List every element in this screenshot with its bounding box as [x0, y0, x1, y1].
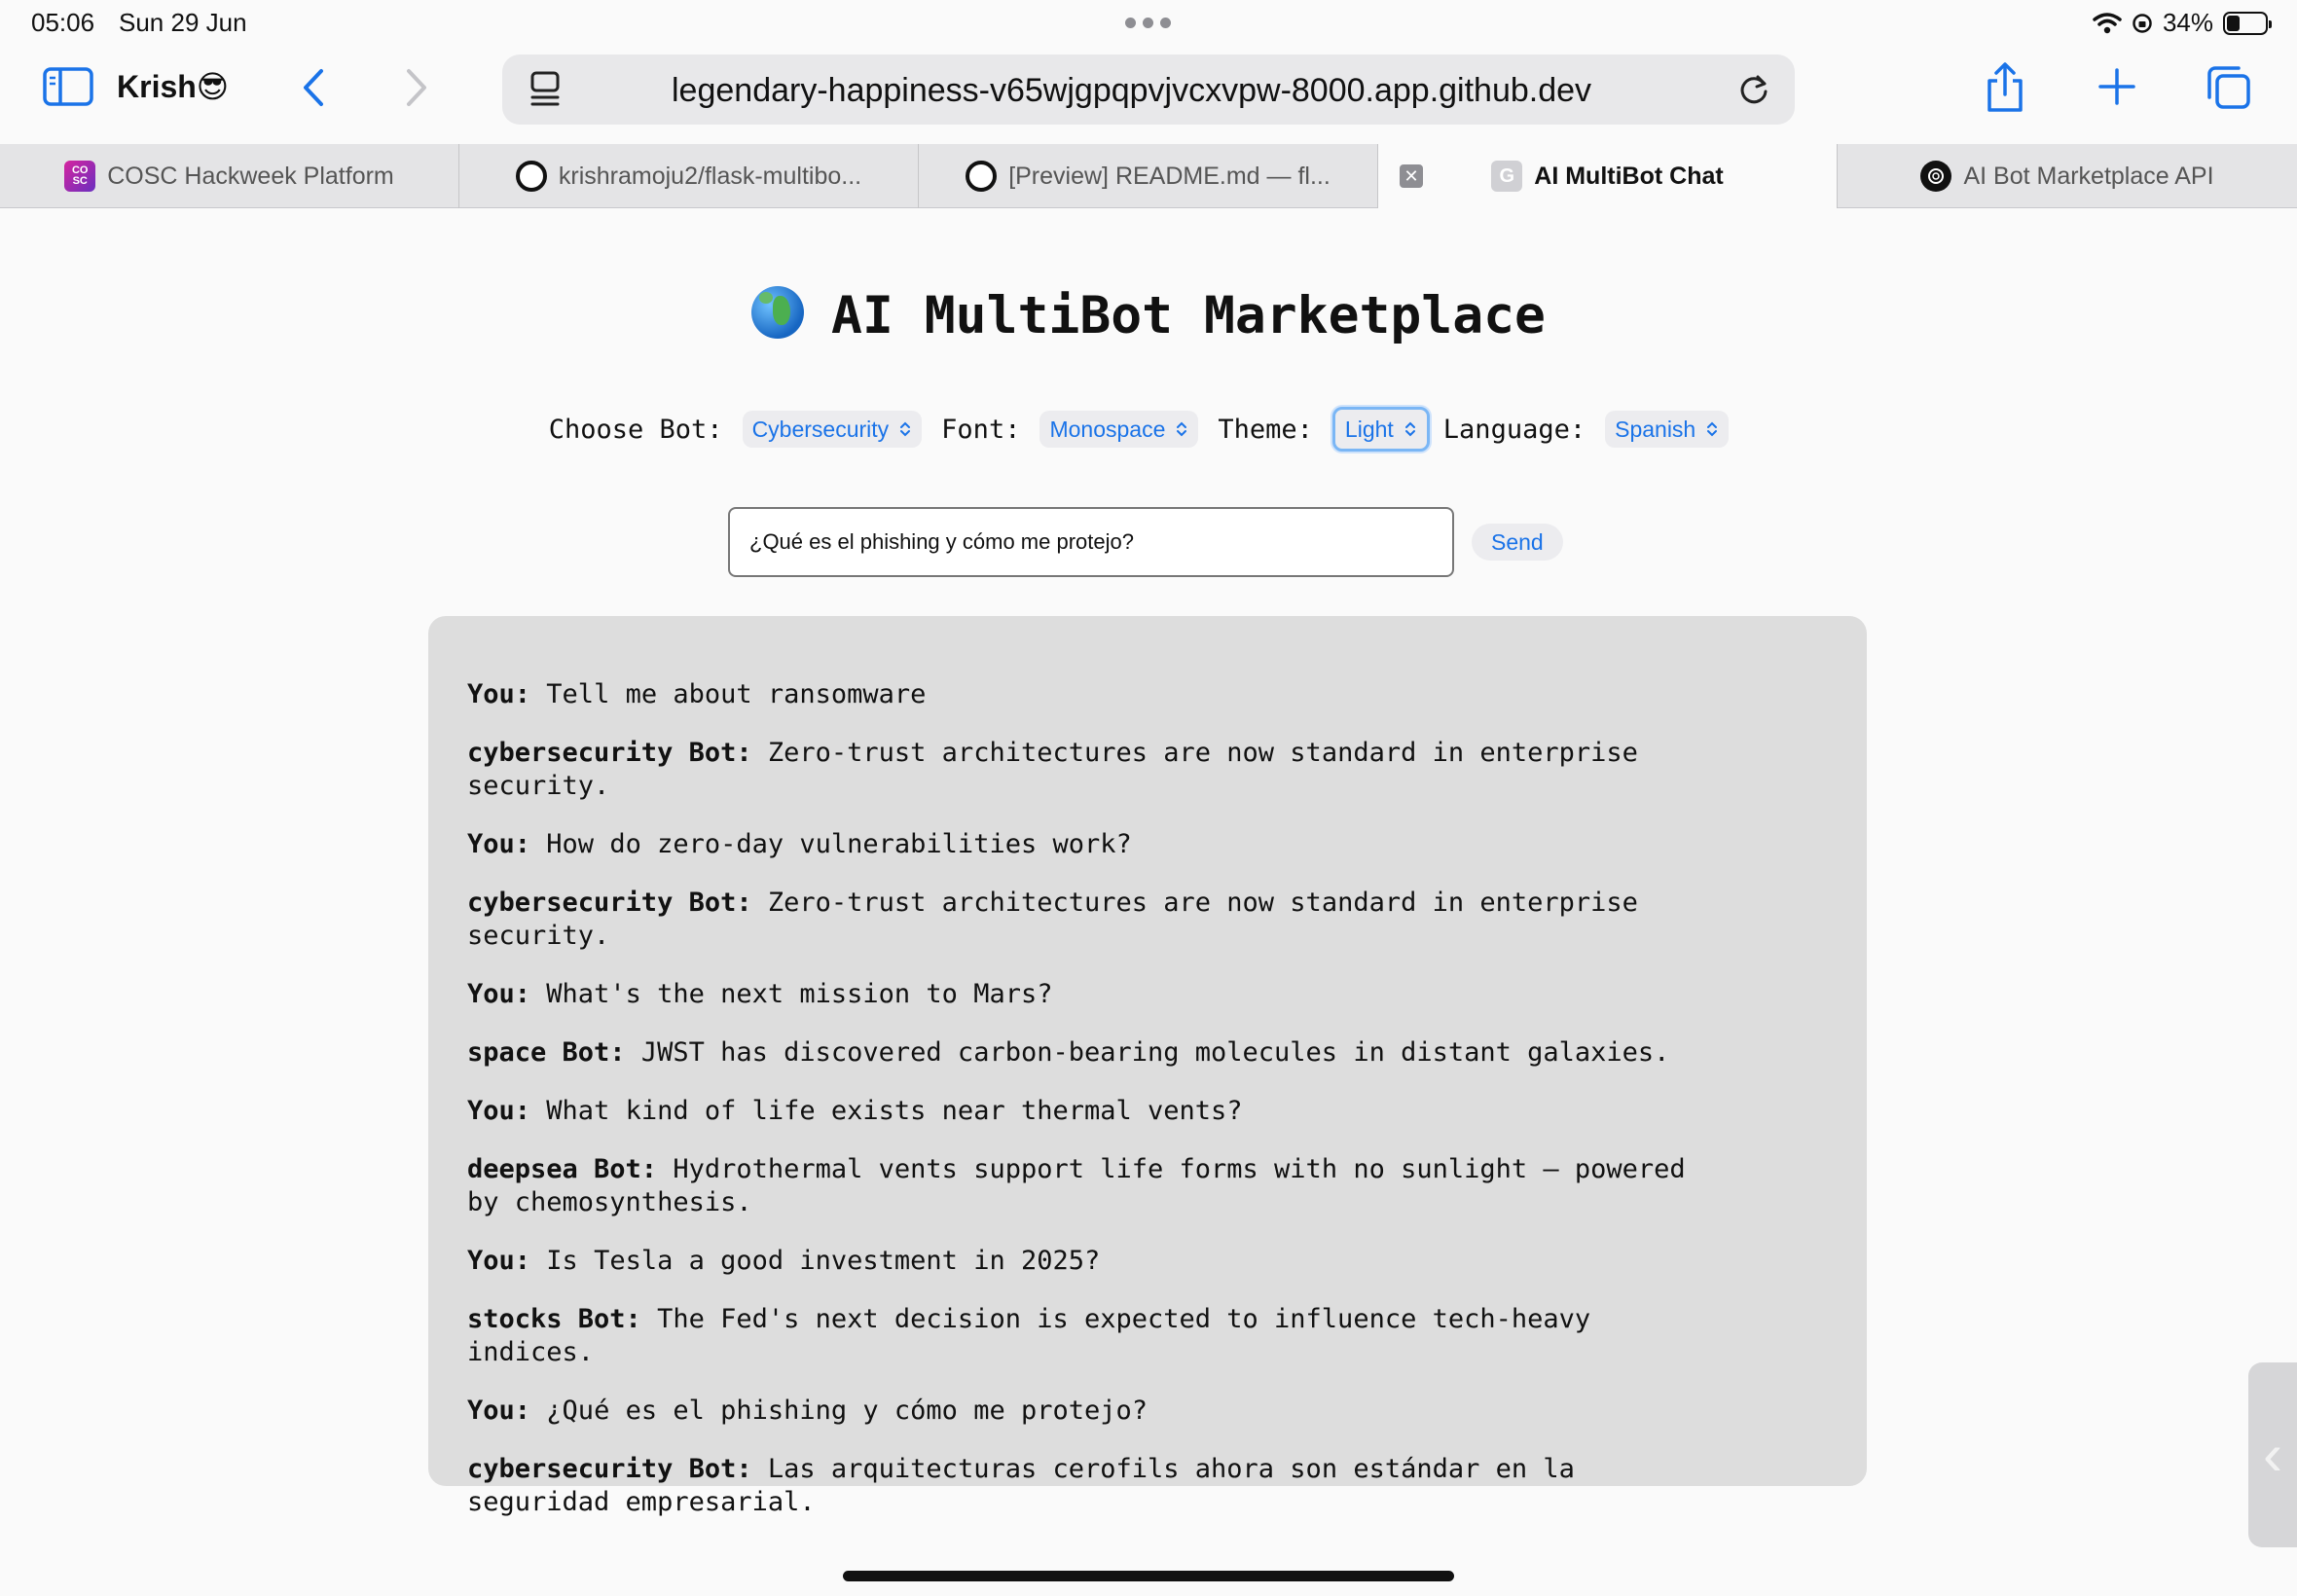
- tab-label: COSC Hackweek Platform: [107, 162, 394, 190]
- chat-message: You: How do zero-day vulnerabilities wor…: [467, 828, 1723, 861]
- reload-icon[interactable]: [1736, 72, 1771, 107]
- bot-label: Choose Bot:: [548, 414, 723, 445]
- chat-message: deepsea Bot: Hydrothermal vents support …: [467, 1153, 1723, 1219]
- message-speaker: cybersecurity Bot:: [467, 888, 752, 918]
- chevron-updown-icon: [900, 421, 911, 437]
- chat-message: cybersecurity Bot: Zero-trust architectu…: [467, 887, 1723, 953]
- share-icon[interactable]: [1982, 60, 2028, 115]
- battery-percent: 34%: [2162, 8, 2213, 37]
- github-icon: [966, 161, 998, 192]
- status-bar: 05:06 Sun 29 Jun 34%: [0, 0, 2297, 47]
- forward-icon[interactable]: [401, 66, 432, 109]
- tab-label: AI MultiBot Chat: [1534, 162, 1724, 190]
- page-title: AI MultiBot Marketplace: [0, 286, 2297, 345]
- new-tab-icon[interactable]: [2096, 66, 2137, 107]
- chat-message: You: Tell me about ransomware: [467, 678, 1723, 711]
- close-tab-icon[interactable]: ✕: [1400, 164, 1423, 188]
- send-button[interactable]: Send: [1472, 524, 1563, 561]
- message-text: How do zero-day vulnerabilities work?: [546, 829, 1132, 859]
- sidebar-toggle-icon[interactable]: [43, 66, 93, 107]
- message-speaker: You:: [467, 1096, 531, 1126]
- home-indicator[interactable]: [843, 1571, 1454, 1581]
- wifi-icon: [2093, 12, 2122, 33]
- cosc-icon: CO SC: [64, 161, 96, 192]
- battery-icon: [2223, 11, 2272, 35]
- profile-name[interactable]: Krish😎: [117, 68, 229, 105]
- message-speaker: You:: [467, 979, 531, 1009]
- message-speaker: cybersecurity Bot:: [467, 738, 752, 768]
- message-speaker: stocks Bot:: [467, 1304, 641, 1334]
- chat-message: You: What's the next mission to Mars?: [467, 978, 1723, 1011]
- language-select[interactable]: Spanish: [1605, 411, 1730, 448]
- chat-messages: You: Tell me about ransomware cybersecuri…: [467, 678, 1828, 1519]
- chat-message: You: What kind of life exists near therm…: [467, 1095, 1723, 1128]
- message-text: Tell me about ransomware: [546, 679, 927, 709]
- chat-message: cybersecurity Bot: Zero-trust architectu…: [467, 737, 1723, 803]
- chat-message: You: ¿Qué es el phishing y cómo me prote…: [467, 1395, 1723, 1428]
- github-icon: [515, 161, 547, 192]
- tab-label: krishramoju2/flask-multibo...: [558, 162, 862, 190]
- font-select-value: Monospace: [1049, 416, 1166, 442]
- message-text: ¿Qué es el phishing y cómo me protejo?: [546, 1396, 1148, 1426]
- tab-label: [Preview] README.md — fl...: [1008, 162, 1331, 190]
- status-date: Sun 29 Jun: [119, 8, 247, 37]
- font-select[interactable]: Monospace: [1039, 411, 1199, 448]
- tab-cosc-hackweek[interactable]: CO SC COSC Hackweek Platform: [0, 144, 459, 208]
- g-icon: G: [1491, 161, 1523, 192]
- message-input-row: Send: [728, 507, 1563, 577]
- battery-level: [2227, 15, 2240, 31]
- message-input[interactable]: [728, 507, 1454, 577]
- message-speaker: deepsea Bot:: [467, 1154, 658, 1184]
- status-time: 05:06: [31, 8, 95, 37]
- tab-bar: CO SC COSC Hackweek Platform krishramoju2…: [0, 144, 2297, 208]
- globe-icon: [751, 286, 805, 339]
- chat-message: stocks Bot: The Fed's next decision is e…: [467, 1303, 1723, 1369]
- chat-message: cybersecurity Bot: Las arquitecturas cer…: [467, 1453, 1723, 1519]
- font-label: Font:: [941, 414, 1021, 445]
- language-select-value: Spanish: [1615, 416, 1696, 442]
- tab-overview-icon[interactable]: [2206, 64, 2252, 111]
- tab-bot-marketplace-api[interactable]: AI Bot Marketplace API: [1838, 144, 2297, 208]
- side-panel-handle[interactable]: ‹: [2248, 1362, 2297, 1547]
- message-speaker: You:: [467, 829, 531, 859]
- message-text: JWST has discovered carbon-bearing molec…: [640, 1037, 1670, 1068]
- message-speaker: space Bot:: [467, 1037, 626, 1068]
- chevron-updown-icon: [1707, 421, 1718, 437]
- chevron-updown-icon: [1404, 421, 1415, 437]
- status-indicators: 34%: [2093, 8, 2272, 38]
- back-icon[interactable]: [298, 66, 329, 109]
- tab-ai-multibot-chat[interactable]: ✕ G AI MultiBot Chat: [1378, 144, 1838, 208]
- message-speaker: You:: [467, 679, 531, 709]
- page-menu-icon[interactable]: [528, 70, 563, 109]
- url-text[interactable]: legendary-happiness-v65wjgpqpvjvcxvpw-80…: [672, 72, 1591, 110]
- theme-select[interactable]: Light: [1331, 407, 1430, 452]
- tab-github-repo[interactable]: krishramoju2/flask-multibo...: [459, 144, 919, 208]
- message-text: Is Tesla a good investment in 2025?: [546, 1246, 1101, 1276]
- bot-select[interactable]: Cybersecurity: [742, 411, 923, 448]
- bot-select-value: Cybersecurity: [751, 416, 890, 442]
- language-label: Language:: [1442, 414, 1586, 445]
- chat-message: You: Is Tesla a good investment in 2025?: [467, 1245, 1723, 1278]
- theme-select-value: Light: [1344, 416, 1394, 442]
- chat-message: space Bot: JWST has discovered carbon-be…: [467, 1036, 1723, 1070]
- multitasking-dots-icon[interactable]: [1125, 18, 1171, 28]
- chevron-updown-icon: [1177, 421, 1187, 437]
- message-text: What kind of life exists near thermal ve…: [546, 1096, 1243, 1126]
- message-text: What's the next mission to Mars?: [546, 979, 1053, 1009]
- browser-toolbar: Krish😎 legendary-happiness-v65wjgpqpvjvc…: [0, 47, 2297, 144]
- tab-label: AI Bot Marketplace API: [1963, 162, 2214, 190]
- chevron-left-icon: ‹: [2263, 1422, 2282, 1487]
- orientation-lock-icon: [2133, 13, 2152, 33]
- message-speaker: You:: [467, 1396, 531, 1426]
- tab-readme-preview[interactable]: [Preview] README.md — fl...: [919, 144, 1378, 208]
- page-title-text: AI MultiBot Marketplace: [831, 286, 1546, 345]
- message-speaker: cybersecurity Bot:: [467, 1454, 752, 1484]
- address-bar[interactable]: legendary-happiness-v65wjgpqpvjvcxvpw-80…: [502, 54, 1795, 125]
- chat-log: You: Tell me about ransomware cybersecuri…: [428, 616, 1867, 1517]
- theme-label: Theme:: [1218, 414, 1313, 445]
- openai-icon: [1920, 161, 1952, 192]
- settings-controls: Choose Bot: Cybersecurity Font: Monospac…: [0, 407, 2297, 452]
- message-speaker: You:: [467, 1246, 531, 1276]
